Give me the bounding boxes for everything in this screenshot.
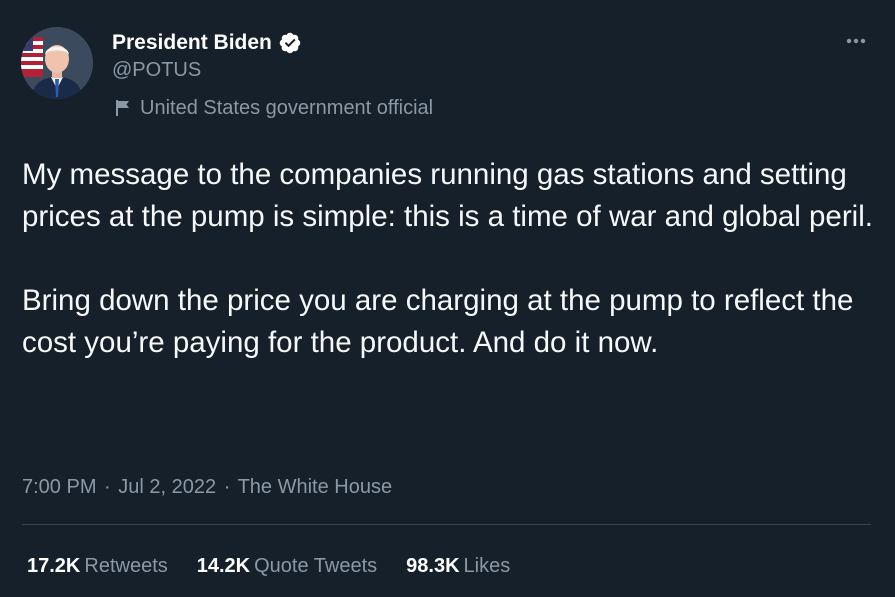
tweet-time[interactable]: 7:00 PM: [22, 476, 96, 498]
likes-count: 98.3K: [406, 555, 460, 577]
likes-label: Likes: [463, 555, 511, 577]
tweet-date[interactable]: Jul 2, 2022: [118, 476, 216, 498]
quote-tweets-count: 14.2K: [196, 555, 251, 577]
quote-tweets-label: Quote Tweets: [254, 555, 378, 577]
quote-tweets-stat[interactable]: 14.2K Quote Tweets: [197, 552, 377, 580]
government-label-text: United States government official: [140, 96, 434, 119]
tweet-meta: 7:00 PM · Jul 2, 2022 · The White House: [22, 473, 392, 501]
likes-stat[interactable]: 98.3K Likes: [406, 552, 510, 580]
retweets-stat[interactable]: 17.2K Retweets: [27, 552, 168, 580]
retweets-label: Retweets: [84, 555, 168, 577]
verified-badge-icon: [279, 32, 301, 54]
tweet-text: My message to the companies running gas …: [22, 158, 873, 359]
meta-separator: ·: [223, 476, 231, 498]
government-label[interactable]: United States government official: [114, 95, 433, 121]
meta-separator: ·: [104, 476, 111, 498]
handle[interactable]: @POTUS: [112, 59, 201, 82]
divider: [22, 524, 871, 525]
retweets-count: 17.2K: [27, 555, 81, 577]
more-horizontal-icon: [846, 38, 866, 44]
more-options-button[interactable]: [838, 26, 874, 56]
portrait-icon: [21, 27, 93, 99]
display-name[interactable]: President Biden: [112, 31, 272, 55]
flag-icon: [116, 100, 129, 116]
tweet-source[interactable]: The White House: [238, 476, 393, 498]
tweet-stats: 17.2K Retweets 14.2K Quote Tweets 98.3K Lik…: [27, 552, 539, 580]
avatar[interactable]: [21, 27, 93, 99]
name-row: President Biden: [112, 29, 302, 57]
tweet-card: President Biden @POTUS United States gov…: [0, 0, 895, 597]
